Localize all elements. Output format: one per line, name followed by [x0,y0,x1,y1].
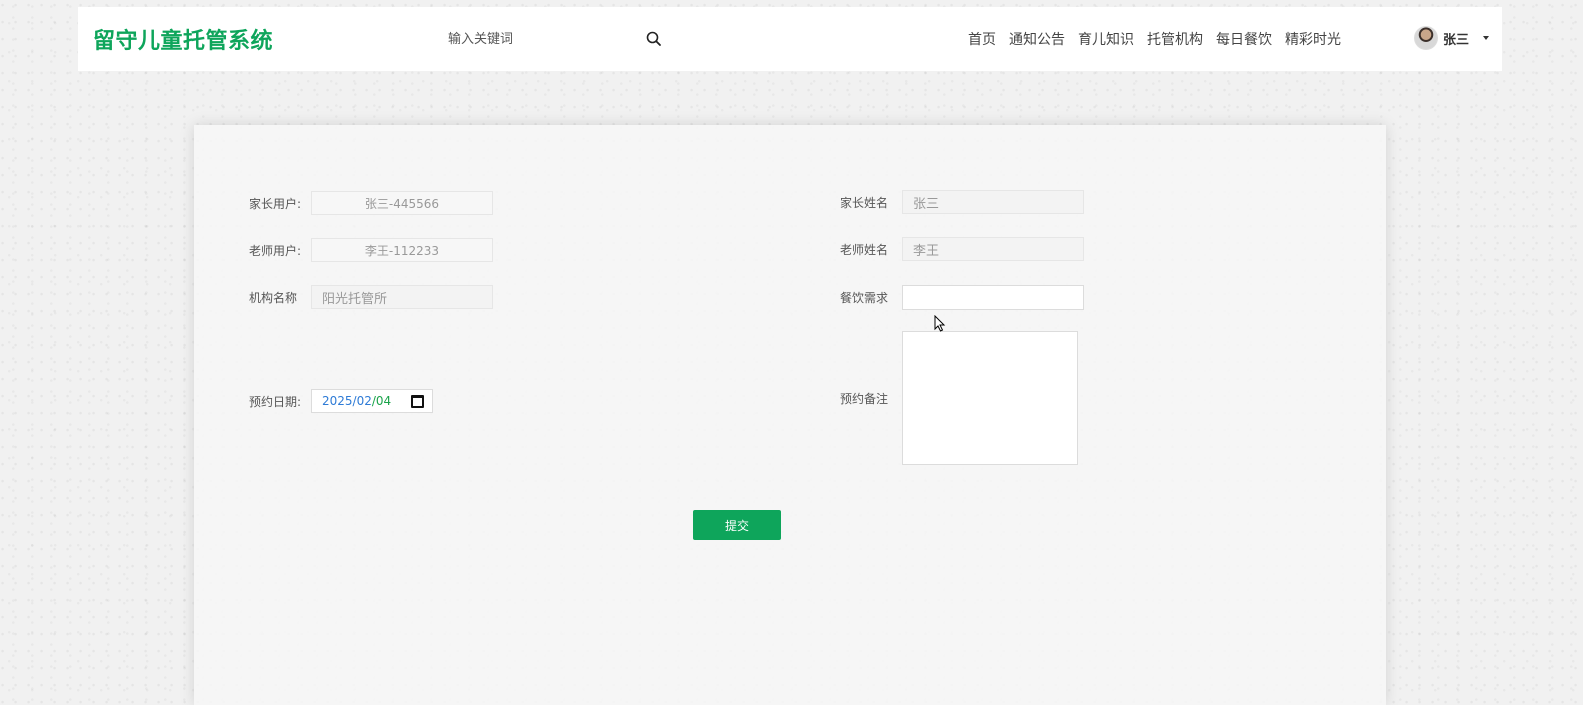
site-logo[interactable]: 留守儿童托管系统 [93,23,273,55]
search-input[interactable] [448,25,664,53]
chevron-down-icon[interactable] [1483,36,1490,40]
top-header: 留守儿童托管系统 首页 通知公告 育儿知识 托管机构 每日餐饮 精彩时光 张三 [78,7,1502,71]
teacher-name-field: 老师姓名 李王 [840,237,1084,261]
booking-form-card: 家长用户: 张三-445566 家长姓名 张三 老师用户: 李王-112233 … [194,125,1386,705]
user-name[interactable]: 张三 [1443,29,1469,48]
remark-field: 预约备注 [840,331,1078,465]
date-month: 02 [356,394,372,408]
institution-input: 阳光托管所 [311,285,493,309]
user-menu[interactable]: 张三 [1414,26,1490,50]
nav-institutions[interactable]: 托管机构 [1147,29,1203,49]
remark-label: 预约备注 [840,391,889,406]
teacher-name-label: 老师姓名 [840,242,889,257]
date-input[interactable]: 2025/02/04 [311,389,433,413]
main-nav: 首页 通知公告 育儿知识 托管机构 每日餐饮 精彩时光 [968,29,1354,49]
teacher-user-input: 李王-112233 [311,238,493,262]
nav-parenting-knowledge[interactable]: 育儿知识 [1078,29,1134,49]
parent-user-field: 家长用户: 张三-445566 [249,191,493,215]
date-field: 预约日期: 2025/02/04 [249,389,433,413]
nav-home[interactable]: 首页 [968,29,996,49]
parent-user-label: 家长用户: [249,196,302,211]
parent-name-field: 家长姓名 张三 [840,190,1084,214]
nav-notices[interactable]: 通知公告 [1009,29,1065,49]
search-bar [448,25,664,53]
search-icon[interactable] [644,29,664,49]
teacher-user-label: 老师用户: [249,243,302,258]
nav-highlights[interactable]: 精彩时光 [1285,29,1341,49]
nav-daily-meals[interactable]: 每日餐饮 [1216,29,1272,49]
remark-textarea[interactable] [902,331,1078,465]
submit-button[interactable]: 提交 [693,510,781,540]
institution-field: 机构名称 阳光托管所 [249,285,493,309]
calendar-icon[interactable] [411,395,424,408]
parent-user-input: 张三-445566 [311,191,493,215]
avatar[interactable] [1414,26,1438,50]
meal-input[interactable] [902,285,1084,310]
date-day: 04 [375,394,392,408]
cursor-icon [934,315,946,332]
teacher-name-input: 李王 [902,237,1084,261]
date-year: 2025 [322,394,353,408]
meal-field: 餐饮需求 [840,285,1084,310]
parent-name-input: 张三 [902,190,1084,214]
date-label: 预约日期: [249,394,302,409]
teacher-user-field: 老师用户: 李王-112233 [249,238,493,262]
institution-label: 机构名称 [249,290,298,305]
meal-label: 餐饮需求 [840,291,889,305]
parent-name-label: 家长姓名 [840,195,889,210]
